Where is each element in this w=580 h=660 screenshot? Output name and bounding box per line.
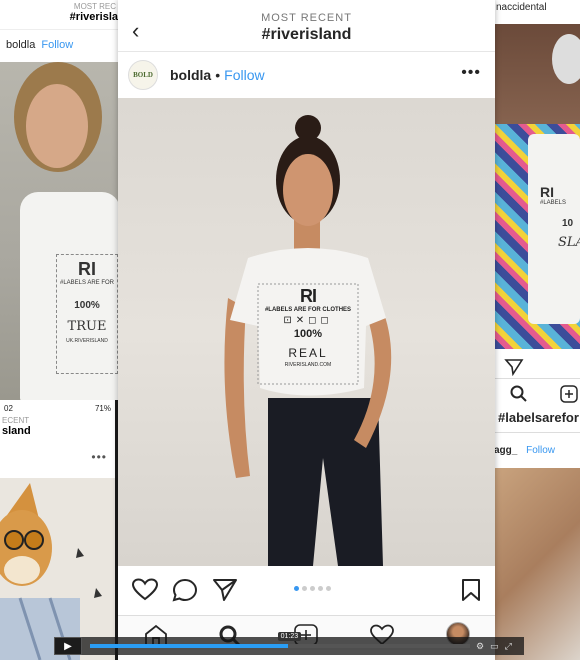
- left-card-person-face: [26, 84, 88, 168]
- carousel-dot: [294, 586, 299, 591]
- left-card2-photo: [0, 478, 115, 660]
- fullscreen-icon[interactable]: ⤢: [505, 641, 512, 652]
- right-post-card: naccidental RI #LABELS 10 SLA #labelsare…: [494, 0, 580, 660]
- right-card-search-icon[interactable]: [510, 385, 528, 403]
- shirt-word: REAL: [288, 346, 328, 360]
- more-options-icon[interactable]: •••: [461, 64, 481, 82]
- header-subtitle: MOST RECENT: [261, 12, 352, 24]
- post-username[interactable]: boldla: [170, 67, 211, 83]
- carousel-dot: [318, 586, 323, 591]
- left-post-card: MOST REC #riverisla boldla Follow RI #LA…: [0, 0, 120, 400]
- left-card-username[interactable]: boldla: [6, 39, 35, 51]
- user-avatar[interactable]: BOLD: [128, 60, 158, 90]
- post-user-row: BOLD boldla • Follow •••: [118, 52, 495, 98]
- video-controls: ▶ 01:23 ⚙ ▭ ⤢: [54, 632, 524, 655]
- right-card-photo: RI #LABELS 10 SLA: [494, 24, 580, 349]
- back-chevron-icon[interactable]: ‹: [132, 18, 139, 44]
- left-card-photo: RI #LABELS ARE FOR 100% TRUE UK.RIVERISL…: [0, 62, 120, 400]
- left-card-user-row: boldla Follow: [0, 30, 120, 60]
- left-card2-more-icon[interactable]: •••: [91, 450, 107, 464]
- care-symbols: ⊡✕◻◻: [283, 315, 333, 326]
- right-card-divider: [494, 378, 580, 379]
- left-card-shirt-percent: 100%: [74, 300, 100, 311]
- left-card-follow-button[interactable]: Follow: [41, 39, 73, 51]
- header-hashtag-title: #riverisland: [261, 26, 352, 43]
- post-image[interactable]: RI #LABELS ARE FOR CLOTHES ⊡✕◻◻ 100% REA…: [118, 98, 495, 566]
- share-icon[interactable]: [212, 578, 238, 602]
- shirt-tagline: #LABELS ARE FOR CLOTHES: [264, 307, 352, 313]
- main-post-screen: ‹ MOST RECENT #riverisland BOLD boldla •…: [118, 0, 495, 660]
- carousel-dot: [302, 586, 307, 591]
- shirt-percent: 100%: [293, 328, 323, 340]
- shirt-logo: RI: [300, 286, 317, 306]
- left-card-header-sub: MOST REC: [73, 2, 116, 11]
- dog-illustration: [0, 483, 102, 660]
- comment-icon[interactable]: [172, 578, 198, 602]
- right-card-hashtag: #labelsarefor: [498, 410, 579, 425]
- right-card-user-row-2: agg_ Follow: [494, 445, 555, 456]
- avatar-logo-text: BOLD: [133, 71, 153, 79]
- left-card-shirt-tagline: #LABELS ARE FOR: [59, 280, 115, 286]
- bookmark-icon[interactable]: [460, 578, 482, 602]
- right-card-bottom-photo: [494, 468, 580, 660]
- shirt-print: RI #LABELS ARE FOR CLOTHES ⊡✕◻◻ 100% REA…: [258, 286, 358, 368]
- pip-icon[interactable]: ▭: [490, 641, 499, 652]
- right-card-username-2[interactable]: agg_: [494, 445, 517, 456]
- left-card2-time: 02: [4, 404, 13, 413]
- left-card2-header-sub: ECENT: [2, 416, 30, 425]
- right-card-share-icon[interactable]: [504, 358, 524, 376]
- right-card-person-hair: [552, 34, 580, 84]
- right-card-username[interactable]: naccidental: [494, 0, 580, 15]
- right-card-shirt-logo: RI: [540, 184, 554, 200]
- left-post-card-2: 02 71% ECENT sland •••: [0, 400, 115, 660]
- main-header: ‹ MOST RECENT #riverisland: [118, 0, 495, 52]
- carousel-dot: [310, 586, 315, 591]
- heart-icon[interactable]: [132, 578, 158, 602]
- follow-button[interactable]: Follow: [224, 67, 264, 83]
- right-card-follow-button[interactable]: Follow: [526, 445, 555, 456]
- video-progress-bar[interactable]: 01:23: [90, 632, 470, 648]
- left-card-shirt-print: RI #LABELS ARE FOR 100% TRUE UK.RIVERISL…: [56, 254, 118, 374]
- right-card-divider-2: [494, 432, 580, 433]
- left-card-shirt-logo: RI: [78, 259, 96, 279]
- video-progress-fill: [90, 644, 288, 648]
- video-time-label: 01:23: [277, 632, 302, 641]
- carousel-indicator: [294, 586, 331, 591]
- left-card-header-title: #riverisla: [69, 11, 118, 23]
- left-card-shirt-site: UK.RIVERISLAND: [66, 338, 108, 344]
- shirt-site: RIVERISLAND.COM: [284, 362, 332, 368]
- settings-gear-icon[interactable]: ⚙: [476, 641, 484, 652]
- separator-dot: •: [215, 67, 221, 83]
- left-card2-status-bar: 02 71%: [0, 400, 115, 416]
- left-card2-header-title: sland: [2, 425, 31, 437]
- left-card-shirt-word: TRUE: [67, 319, 107, 334]
- left-card-header: MOST REC #riverisla: [0, 0, 120, 30]
- right-card-add-icon[interactable]: [560, 385, 578, 403]
- right-card-shirt-tagline: #LABELS: [540, 200, 567, 206]
- carousel-dot: [326, 586, 331, 591]
- play-icon[interactable]: ▶: [54, 637, 82, 655]
- right-card-shirt-print: RI #LABELS 10 SLA: [540, 184, 580, 250]
- left-card2-battery: 71%: [94, 404, 111, 413]
- right-card-shirt-percent: 10: [562, 218, 574, 229]
- right-card-shirt-word: SLA: [558, 235, 580, 250]
